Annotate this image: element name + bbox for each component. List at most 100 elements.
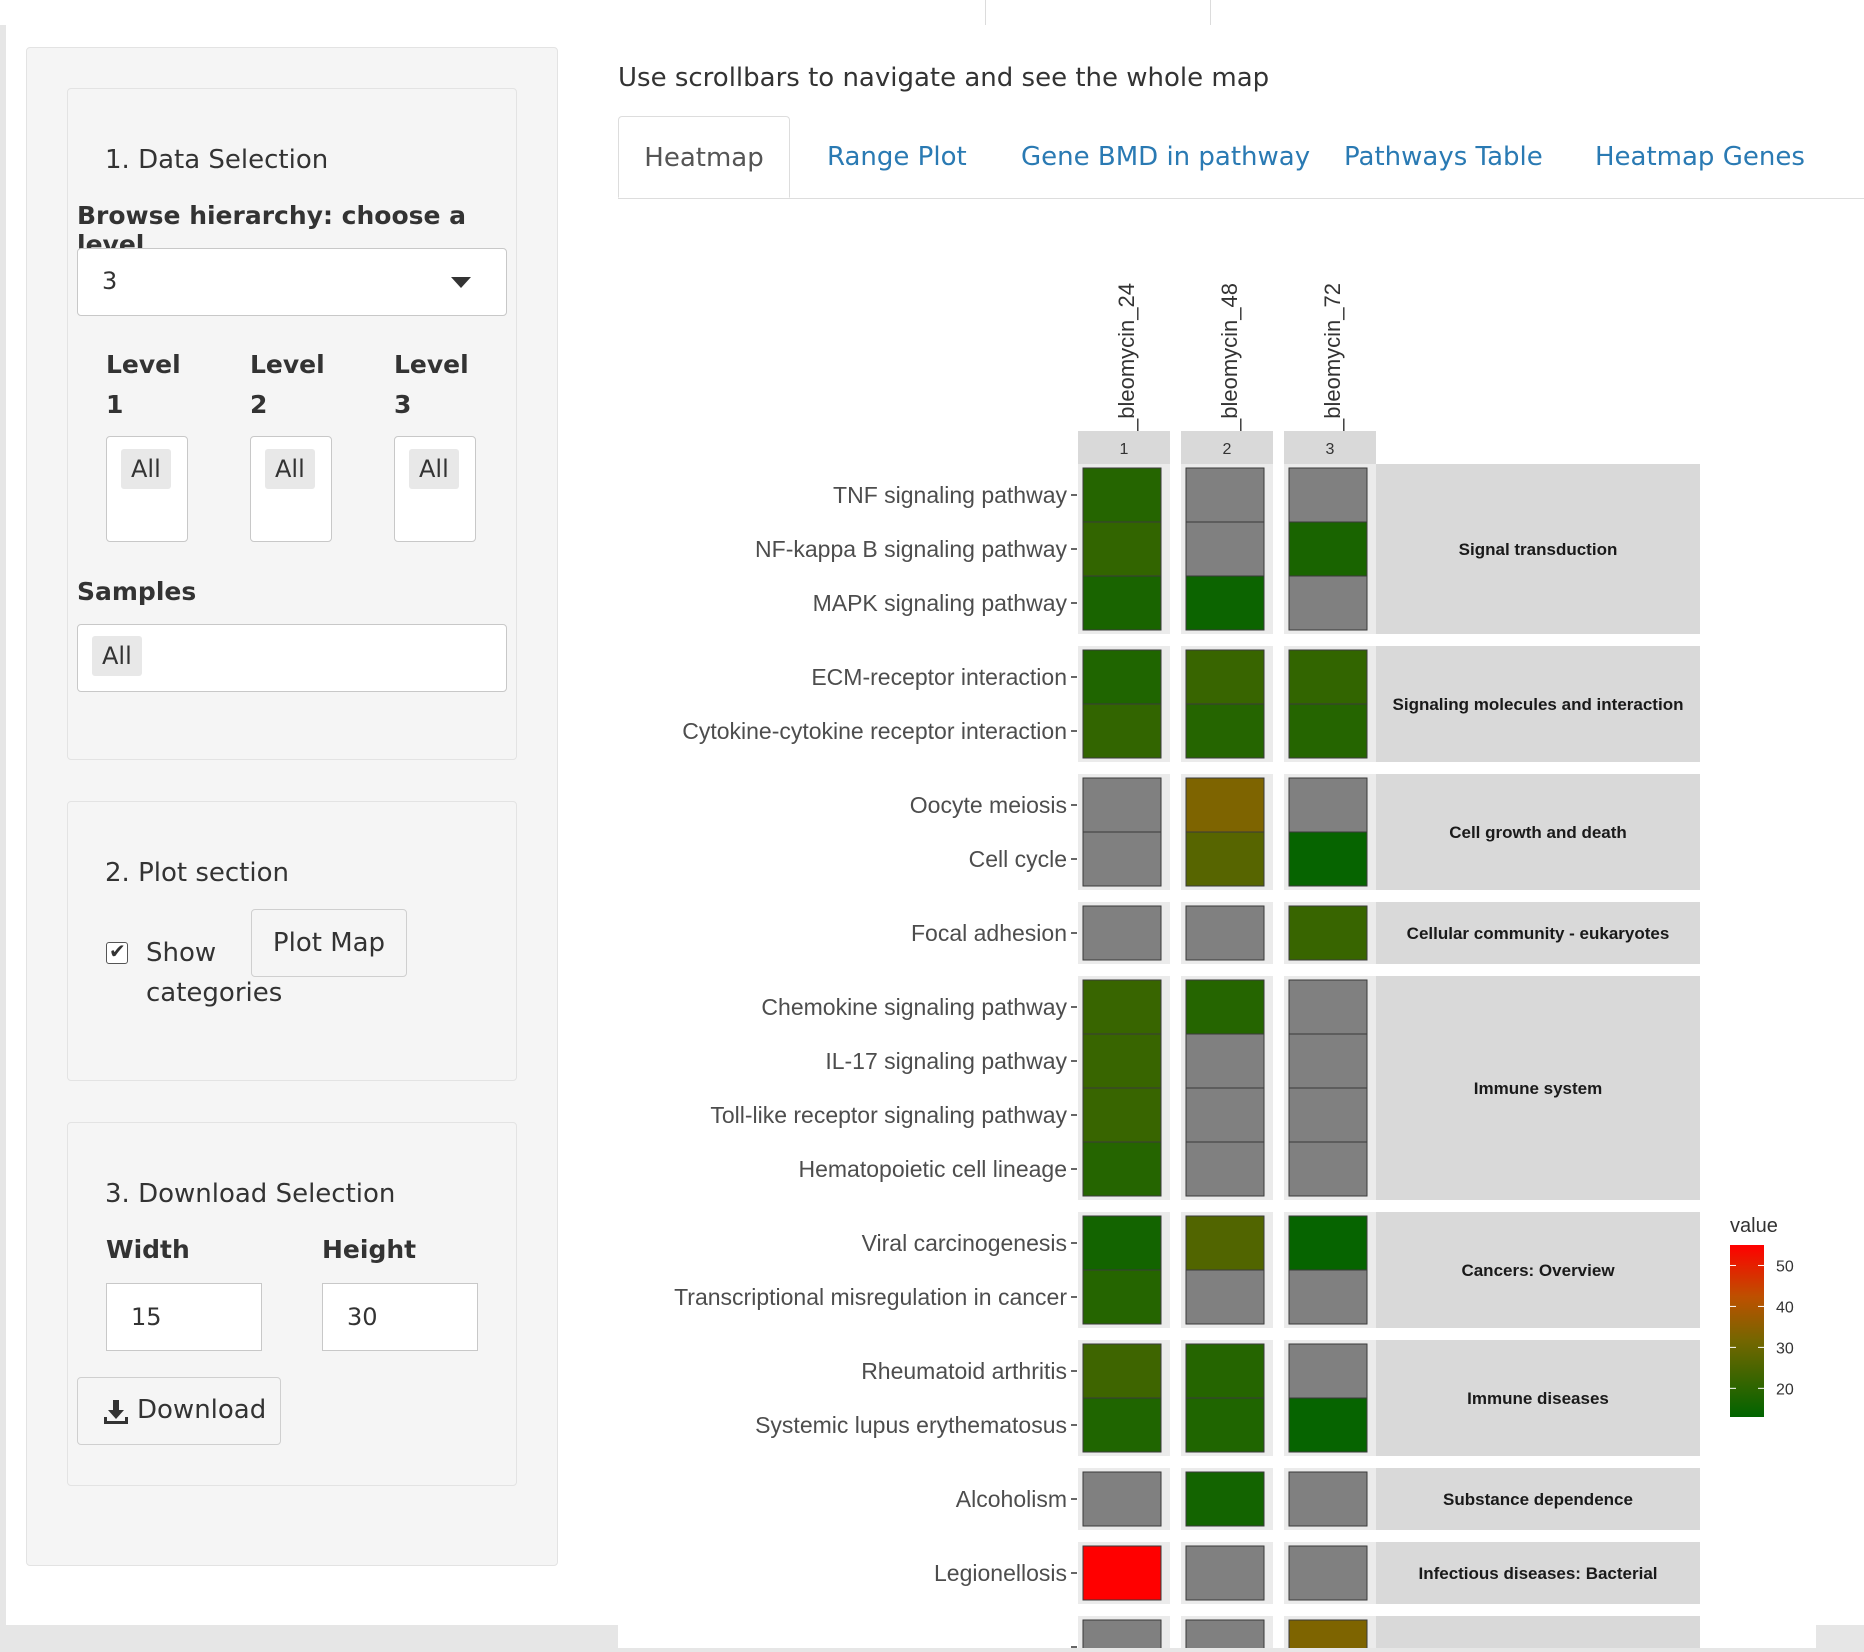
legend-tick-label: 40 — [1776, 1299, 1794, 1316]
heatmap-cell — [1185, 1619, 1265, 1652]
category-label: Signaling molecules and interaction — [1393, 695, 1684, 714]
pathway-label: TNF signaling pathway — [833, 482, 1067, 508]
heatmap-cell — [1082, 1619, 1162, 1652]
pathway-label: Oocyte meiosis — [910, 792, 1067, 818]
heatmap-cell — [1288, 1033, 1368, 1089]
tab-heatmap[interactable]: Heatmap — [618, 116, 790, 198]
heatmap-cell — [1082, 831, 1162, 887]
tab-range-plot[interactable]: Range Plot — [827, 116, 967, 198]
heatmap-cell — [1288, 1397, 1368, 1453]
download-button[interactable]: Download — [77, 1377, 281, 1445]
tab-pathways-table[interactable]: Pathways Table — [1344, 116, 1543, 198]
heatmap-cell — [1288, 1619, 1368, 1652]
data-selection-section: 1. Data Selection Browse hierarchy: choo… — [67, 88, 517, 760]
level-3-select[interactable]: All — [394, 436, 476, 542]
heatmap-cell — [1288, 1343, 1368, 1399]
heatmap-cell — [1288, 1471, 1368, 1527]
pathway-label: Toll-like receptor signaling pathway — [710, 1102, 1067, 1128]
heatmap-cell — [1082, 905, 1162, 961]
plot-section-title: 2. Plot section — [105, 858, 289, 888]
pathway-label: Cytokine-cytokine receptor interaction — [682, 718, 1067, 744]
heatmap-cell — [1185, 467, 1265, 523]
heatmap-cell — [1082, 1141, 1162, 1197]
level-2-label-b: 2 — [250, 390, 268, 419]
heatmap-cell — [1185, 1343, 1265, 1399]
check-icon: ✔ — [109, 939, 126, 963]
level-3-value: All — [409, 449, 459, 489]
level-2-select[interactable]: All — [250, 436, 332, 542]
heatmap-cell — [1082, 777, 1162, 833]
level-3-label-a: Level — [394, 350, 469, 379]
category-label: Immune system — [1474, 1079, 1603, 1098]
width-input[interactable]: 15 — [106, 1283, 262, 1351]
pathway-label: Cell cycle — [969, 846, 1067, 872]
heatmap-chart: _bleomycin_24 1 _bleomycin_48 2 _bleomycin_7… — [674, 283, 1794, 1652]
plot-section: 2. Plot section ✔ Show categories Plot M… — [67, 801, 517, 1081]
heatmap-cell — [1288, 1141, 1368, 1197]
category-label: Signal transduction — [1459, 540, 1618, 559]
heatmap-cell — [1288, 905, 1368, 961]
heatmap-cell — [1288, 575, 1368, 631]
heatmap-cell — [1288, 979, 1368, 1035]
level-1-select[interactable]: All — [106, 436, 188, 542]
heatmap-plot-area: _bleomycin_24 1 _bleomycin_48 2 _bleomycin_7… — [618, 199, 1816, 1652]
heatmap-cell — [1185, 1215, 1265, 1271]
heatmap-cell — [1185, 703, 1265, 759]
heatmap-cell — [1185, 1033, 1265, 1089]
category-label: Cellular community - eukaryotes — [1407, 924, 1670, 943]
heatmap-cell — [1185, 1087, 1265, 1143]
category-label: Cancers: Overview — [1461, 1261, 1615, 1280]
hierarchy-select-value: 3 — [102, 267, 118, 295]
heatmap-cell — [1288, 467, 1368, 523]
heatmap-cell — [1185, 1471, 1265, 1527]
category-label: Cell growth and death — [1449, 823, 1627, 842]
pathway-label: Alcoholism — [956, 1486, 1067, 1512]
heatmap-cell — [1185, 1269, 1265, 1325]
heatmap-cell — [1288, 777, 1368, 833]
pathway-label: Transcriptional misregulation in cancer — [674, 1284, 1067, 1310]
samples-label: Samples — [77, 577, 197, 606]
samples-select[interactable]: All — [77, 624, 507, 692]
top-tab-bar — [0, 0, 1864, 26]
heatmap-cell — [1082, 1545, 1162, 1601]
download-section-title: 3. Download Selection — [105, 1179, 396, 1209]
heatmap-cell — [1288, 1215, 1368, 1271]
height-label: Height — [322, 1235, 417, 1264]
scroll-hint: Use scrollbars to navigate and see the w… — [618, 63, 1270, 93]
result-tabs: Heatmap Range Plot Gene BMD in pathway P… — [618, 116, 1864, 199]
heatmap-cell — [1288, 649, 1368, 705]
level-1-value: All — [121, 449, 171, 489]
pathway-label: MAPK signaling pathway — [813, 590, 1068, 616]
pathway-label: Systemic lupus erythematosus — [755, 1412, 1067, 1438]
level-3-label-b: 3 — [394, 390, 412, 419]
heatmap-cell — [1082, 1343, 1162, 1399]
tab-heatmap-genes[interactable]: Heatmap Genes — [1595, 116, 1805, 198]
column-strip-label: 1 — [1120, 441, 1129, 458]
plot-map-button[interactable]: Plot Map — [251, 909, 407, 977]
heatmap-cell — [1082, 703, 1162, 759]
pathway-label: NF-kappa B signaling pathway — [755, 536, 1067, 562]
top-tab-active[interactable] — [985, 0, 1211, 26]
pathway-label: Focal adhesion — [911, 920, 1067, 946]
heatmap-cell — [1082, 1397, 1162, 1453]
heatmap-cell — [1185, 979, 1265, 1035]
pathway-label: ECM-receptor interaction — [811, 664, 1067, 690]
height-input[interactable]: 30 — [322, 1283, 478, 1351]
heatmap-cell — [1288, 1087, 1368, 1143]
heatmap-cell — [1082, 1269, 1162, 1325]
column-label: _bleomycin_72 — [1320, 283, 1345, 432]
column-strip-label: 3 — [1326, 441, 1335, 458]
show-categories-label-b: categories — [146, 978, 283, 1008]
chevron-down-icon — [451, 277, 471, 288]
heatmap-cell — [1185, 777, 1265, 833]
tab-gene-bmd[interactable]: Gene BMD in pathway — [1021, 116, 1310, 198]
show-categories-checkbox[interactable]: ✔ — [106, 939, 128, 964]
heatmap-cell — [1185, 1141, 1265, 1197]
hierarchy-select[interactable]: 3 — [77, 248, 507, 316]
samples-value: All — [92, 636, 142, 676]
column-strip-label: 2 — [1223, 441, 1232, 458]
heatmap-cell — [1082, 1215, 1162, 1271]
legend-tick-label: 20 — [1776, 1381, 1794, 1398]
download-icon — [104, 1400, 128, 1424]
heatmap-cell — [1288, 1269, 1368, 1325]
